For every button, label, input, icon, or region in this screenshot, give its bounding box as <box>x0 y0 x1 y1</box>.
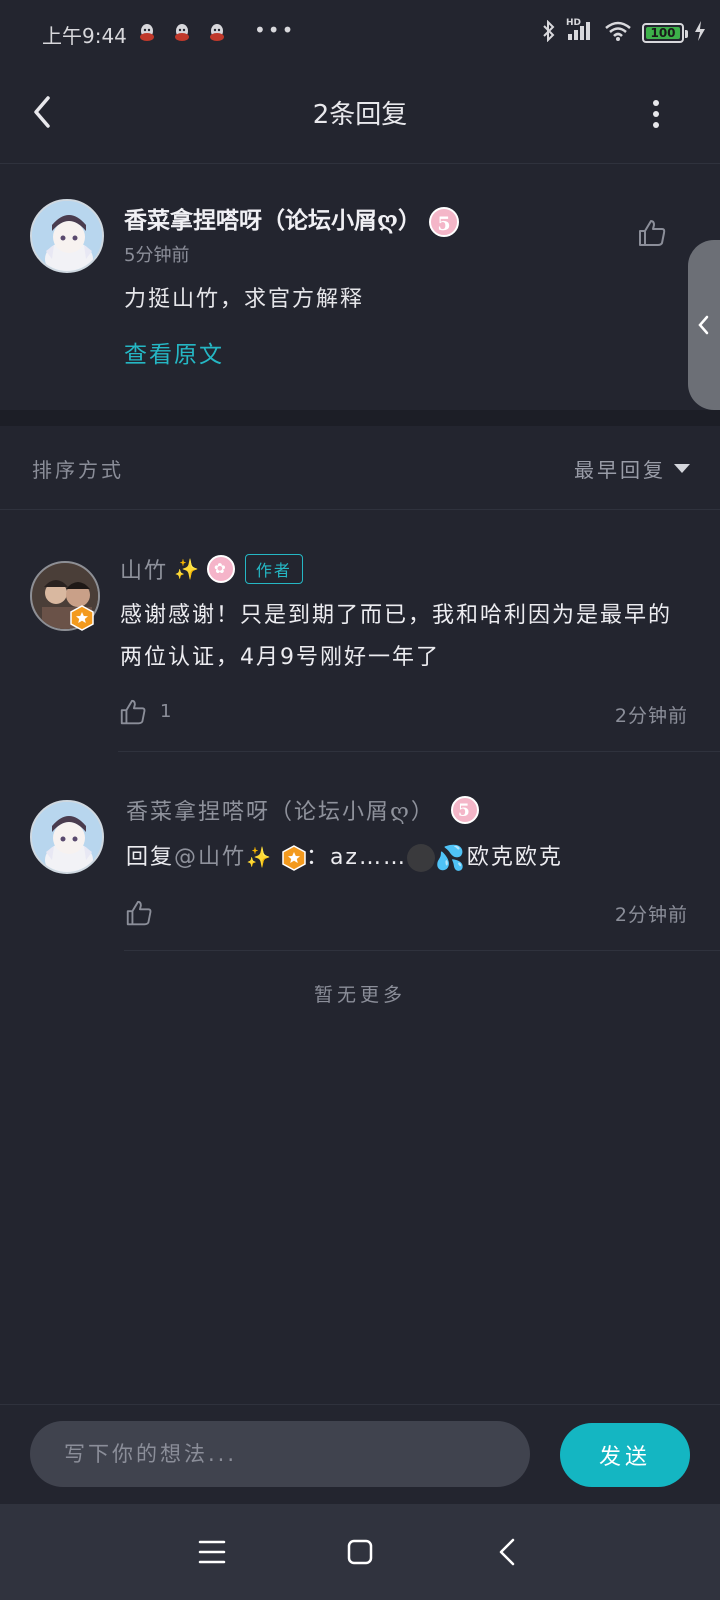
thumbs-up-icon <box>126 900 152 926</box>
reply-time: 2分钟前 <box>614 705 688 727</box>
reply-item: 山竹 ✨ ✿ 作者 感谢感谢！只是到期了而已，我和哈利因为是最早的两位认证，4月… <box>0 511 720 752</box>
author-tag: 作者 <box>244 554 303 584</box>
no-more-text: 暂无更多 <box>313 984 406 1006</box>
comment-author[interactable]: 香菜拿捏嗒呀（论坛小屑ღ） 5 <box>124 201 459 237</box>
status-time: 上午9:44 <box>42 24 127 48</box>
view-original-link[interactable]: 查看原文 <box>124 335 224 369</box>
system-nav-bar <box>0 1504 720 1600</box>
caret-down-icon <box>674 464 690 473</box>
wifi-icon <box>604 20 632 46</box>
home-button[interactable] <box>340 1532 380 1572</box>
status-icons: HD 100 <box>542 18 706 46</box>
side-drawer-handle[interactable] <box>688 240 720 410</box>
verified-star-icon <box>70 605 94 631</box>
sort-row: 排序方式 最早回复 <box>0 426 720 510</box>
more-notifications-icon: ••• <box>254 18 296 42</box>
thumbs-up-icon <box>639 220 666 246</box>
like-button[interactable] <box>636 217 668 249</box>
verified-star-icon <box>282 845 306 871</box>
reply-time: 2分钟前 <box>614 904 688 926</box>
like-count: 1 <box>160 701 172 722</box>
comment-time: 5分钟前 <box>124 245 190 266</box>
bluetooth-icon <box>542 19 556 46</box>
chevron-left-icon <box>698 315 709 335</box>
status-bar: 上午9:44 ••• HD 100 <box>0 0 720 68</box>
battery-icon: 100 <box>642 23 688 43</box>
sweat-drops-emoji-icon: 💦 <box>434 844 467 872</box>
title-bar: 2条回复 <box>0 68 720 164</box>
avatar[interactable] <box>30 800 104 874</box>
level-badge: 5 <box>450 796 479 824</box>
badge-icon: ✿ <box>206 555 235 583</box>
sort-dropdown[interactable]: 最早回复 <box>574 454 690 483</box>
divider <box>124 950 720 951</box>
send-button[interactable]: 发送 <box>560 1423 690 1487</box>
like-button[interactable] <box>124 898 154 928</box>
vertical-dots-icon <box>653 100 659 128</box>
page-title: 2条回复 <box>312 100 408 130</box>
comment-input[interactable] <box>30 1421 530 1487</box>
section-divider <box>0 410 720 426</box>
level-badge: 5 <box>428 207 459 237</box>
charging-icon <box>694 21 706 45</box>
chevron-left-icon <box>499 1538 515 1566</box>
mention-link[interactable]: @山竹 <box>174 845 246 870</box>
system-back-button[interactable] <box>488 1532 528 1572</box>
comment-text: 力挺山竹，求官方解释 <box>124 287 365 312</box>
thumbs-up-icon <box>120 699 146 725</box>
qq-notification-icon <box>208 22 226 49</box>
sparkle-icon: ✨ <box>174 557 201 581</box>
sort-label: 排序方式 <box>32 458 124 482</box>
dark-face-emoji-icon <box>406 844 435 872</box>
reply-text: 回复@山竹✨ ：az…… 💦欧克欧克 <box>126 844 563 872</box>
qq-notification-icon <box>173 22 191 49</box>
hamburger-icon <box>198 1540 226 1564</box>
like-button[interactable] <box>118 697 148 727</box>
avatar[interactable] <box>30 199 104 273</box>
reply-author[interactable]: 山竹 ✨ ✿ 作者 <box>120 553 303 585</box>
more-options-button[interactable] <box>640 92 672 136</box>
menu-button[interactable] <box>192 1532 232 1572</box>
qq-notification-icon <box>138 22 156 49</box>
reply-text: 感谢感谢！只是到期了而已，我和哈利因为是最早的两位认证，4月9号刚好一年了 <box>120 603 673 670</box>
reply-item: 香菜拿捏嗒呀（论坛小屑ღ） 5 回复@山竹✨ ：az…… 💦欧克欧克 2分钟前 <box>0 752 720 952</box>
sparkle-icon: ✨ <box>246 845 273 869</box>
comment-input-bar: 发送 <box>0 1404 720 1504</box>
reply-author[interactable]: 香菜拿捏嗒呀（论坛小屑ღ） 5 <box>126 794 479 826</box>
square-home-icon <box>347 1539 373 1565</box>
main-comment: 香菜拿捏嗒呀（论坛小屑ღ） 5 5分钟前 力挺山竹，求官方解释 查看原文 <box>0 165 720 409</box>
signal-icon: HD <box>566 18 594 46</box>
